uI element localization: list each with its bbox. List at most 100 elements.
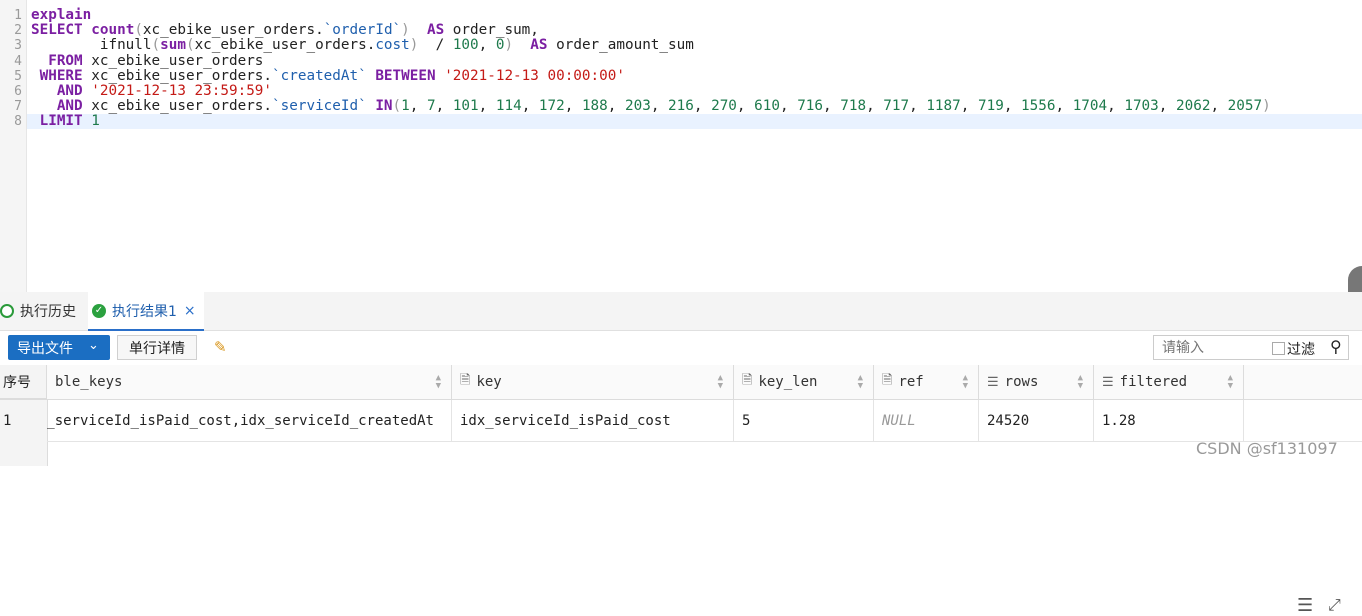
code-token: , [1158, 98, 1176, 115]
sort-icon[interactable]: ▲ ▼ [718, 374, 723, 391]
code-token: , [779, 98, 798, 115]
code-token: ( [134, 22, 143, 39]
code-line[interactable]: LIMIT 1 [31, 114, 100, 129]
table-cell[interactable]: 24520 [979, 400, 1094, 441]
code-token: , [736, 98, 755, 115]
column-header[interactable]: 🗎 ref ▲ ▼ [874, 365, 979, 399]
table-cell[interactable]: NULL [874, 400, 979, 441]
success-check-icon: ✓ [92, 303, 106, 318]
column-header[interactable]: 🗎 key_len ▲ ▼ [734, 365, 874, 399]
line-number: 6 [14, 84, 22, 99]
table-cell[interactable]: t,idx_serviceId_isPaid_cost,idx_serviceI… [47, 400, 452, 441]
column-header[interactable]: 🗎 key ▲ ▼ [452, 365, 734, 399]
row-divider [47, 441, 1362, 442]
code-token: , [693, 98, 712, 115]
line-number: 5 [14, 68, 22, 84]
code-token: 7 [426, 98, 436, 115]
code-line[interactable]: SELECT count(xc_ebike_user_orders.`order… [31, 23, 539, 38]
code-token: 100 [452, 37, 479, 54]
column-header-label: filtered [1119, 374, 1188, 390]
current-line-highlight [27, 114, 1362, 129]
line-number: 4 [14, 53, 22, 69]
code-line[interactable]: ifnull(sum(xc_ebike_user_orders.cost) / … [31, 38, 694, 53]
code-token: FROM [31, 52, 92, 69]
code-token: AS [530, 37, 548, 54]
column-header-label: rows [1004, 374, 1039, 390]
table-cell[interactable]: 1.28 [1094, 400, 1244, 441]
code-token: LIMIT [31, 113, 92, 130]
column-header-label: ble_keys [55, 374, 123, 390]
sort-icon[interactable]: ▲ ▼ [436, 374, 441, 391]
tab-execution-history[interactable]: 执行历史 [0, 292, 76, 330]
edit-pen-icon[interactable]: ✎ [214, 338, 227, 356]
sort-icon[interactable]: ▲ ▼ [1228, 374, 1233, 391]
code-token: count [91, 22, 135, 39]
code-token: AND [31, 98, 92, 115]
code-token: 717 [883, 98, 910, 115]
sort-icon[interactable]: ▲ ▼ [1078, 374, 1083, 391]
code-token: xc_ebike_user_orders. [142, 22, 324, 39]
code-line[interactable]: AND '2021-12-13 23:59:59' [31, 83, 273, 99]
code-token: 203 [625, 98, 651, 115]
line-number: 8 [14, 114, 22, 130]
code-token: , [960, 98, 978, 115]
tab-execution-result[interactable]: ✓ 执行结果1 × [88, 292, 204, 331]
table-cell[interactable]: 5 [734, 400, 874, 441]
code-token: 1187 [926, 98, 961, 115]
code-token: order_amount_sum [547, 37, 694, 54]
code-token: SELECT [31, 22, 92, 39]
tab-label: 执行历史 [20, 304, 76, 320]
code-token: BETWEEN [366, 67, 445, 84]
history-clock-icon [0, 304, 14, 318]
list-column-icon: ☰ [987, 374, 999, 390]
code-token: , [909, 98, 927, 115]
code-token: , [1210, 98, 1228, 115]
code-line[interactable]: explain [31, 7, 92, 23]
export-file-button[interactable]: 导出文件 ⌄ [8, 335, 110, 360]
code-token: 270 [711, 98, 737, 115]
expand-icon[interactable]: ⤢ [1328, 595, 1341, 615]
code-token: `createdAt` [272, 67, 367, 84]
sort-icon[interactable]: ▲ ▼ [858, 374, 863, 391]
search-icon[interactable]: ⚲ [1330, 337, 1342, 356]
code-token: IN [366, 98, 393, 115]
code-token: ) [504, 37, 531, 54]
sql-editor[interactable]: 12345678 explain SELECT count(xc_ebike_us… [0, 0, 1362, 324]
row-number: 1 [3, 412, 12, 429]
code-token: 1 [91, 113, 100, 130]
code-token: '2021-12-13 23:59:59' [91, 83, 273, 99]
search-input[interactable] [1162, 338, 1262, 357]
code-token: sum [160, 37, 186, 54]
header-filler [1244, 365, 1362, 399]
code-token: , [478, 98, 496, 115]
filter-checkbox[interactable] [1272, 342, 1285, 355]
code-line[interactable]: WHERE xc_ebike_user_orders.`createdAt` B… [31, 67, 625, 84]
code-token: 2062 [1176, 98, 1211, 115]
close-icon[interactable]: × [184, 303, 196, 319]
row-detail-button[interactable]: 单行详情 [117, 335, 197, 360]
column-header-label: key [476, 374, 502, 390]
sort-icon[interactable]: ▲ ▼ [963, 374, 968, 391]
text-column-icon: 🗎 [742, 373, 753, 388]
code-token: , [823, 98, 841, 115]
line-number: 2 [14, 23, 22, 39]
code-token: , [435, 98, 453, 115]
column-header[interactable]: ☰ rows ▲ ▼ [979, 365, 1094, 399]
code-token: explain [31, 7, 92, 23]
code-token: , [650, 98, 669, 115]
code-token: ( [185, 37, 195, 54]
detail-label: 单行详情 [129, 340, 185, 357]
code-token: , [409, 98, 427, 115]
code-token: `serviceId` [272, 98, 367, 115]
menu-icon[interactable]: ☰ [1297, 595, 1313, 616]
tab-label: 执行结果1 [112, 303, 177, 320]
code-token: 172 [538, 98, 565, 115]
code-line[interactable]: FROM xc_ebike_user_orders [31, 52, 263, 69]
column-header[interactable]: ble_keys ▲ ▼ [47, 365, 452, 399]
column-header-label: ref [898, 374, 924, 390]
column-header[interactable]: ☰ filtered ▲ ▼ [1094, 365, 1244, 399]
table-cell[interactable]: idx_serviceId_isPaid_cost [452, 400, 734, 441]
result-grid: ble_keys ▲ ▼ 🗎 key ▲ ▼ 🗎 key_len ▲ ▼ 🗎 ref ▲ ▼ ☰ rows ▲ ▼ ☰… [0, 365, 1362, 466]
code-token: ) [401, 22, 427, 39]
code-line[interactable]: AND xc_ebike_user_orders.`serviceId` IN(… [31, 99, 1271, 114]
